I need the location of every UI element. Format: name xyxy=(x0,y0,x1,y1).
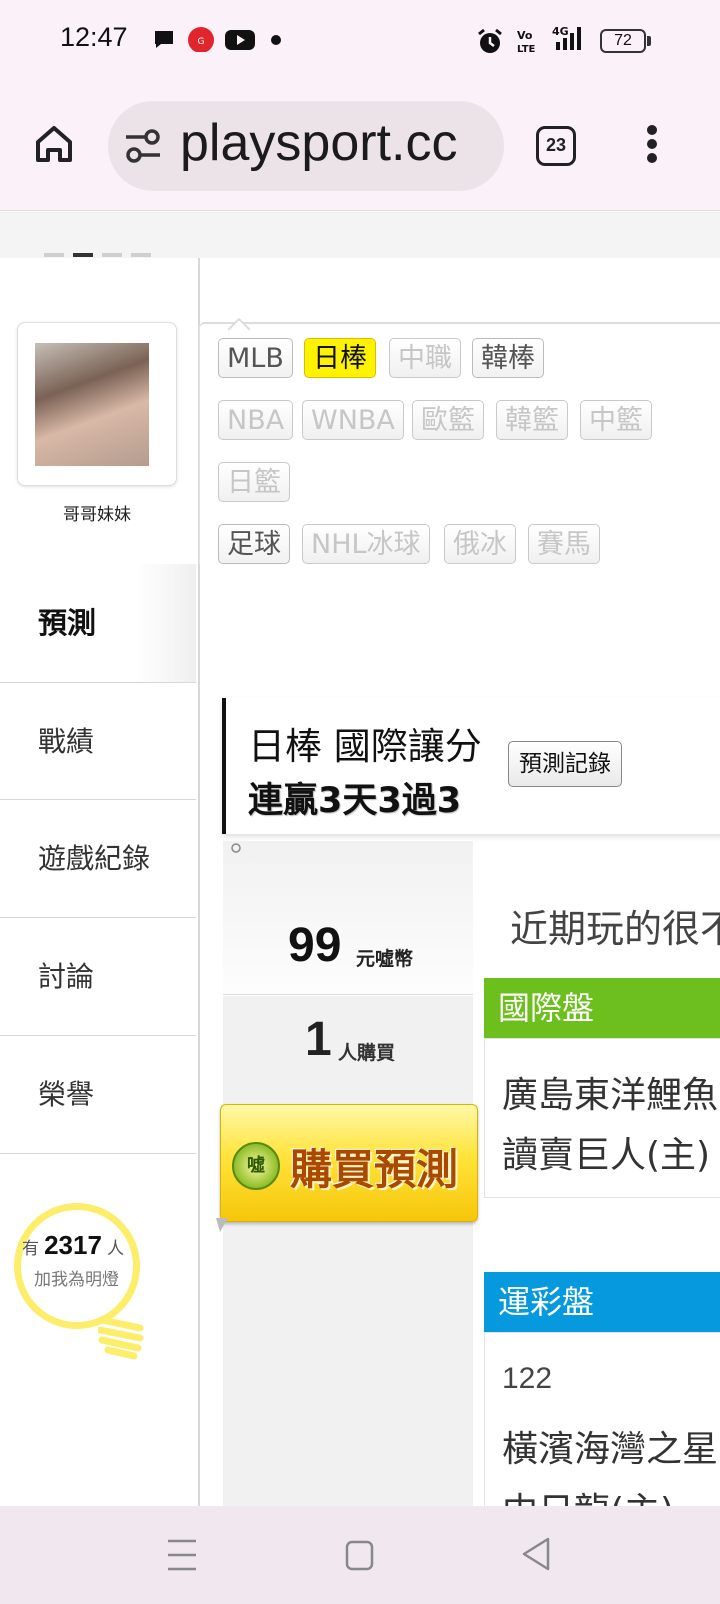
price-box xyxy=(223,841,473,996)
tag-kbl[interactable]: 韓籃 xyxy=(496,400,568,440)
buyers-count: 1 xyxy=(305,1013,332,1066)
svg-text:4G: 4G xyxy=(552,25,569,38)
menu-item-discussion[interactable]: 討論 xyxy=(0,918,196,1036)
status-time: 12:47 xyxy=(60,22,128,52)
fans-caption: 加我為明燈 xyxy=(34,1270,119,1290)
fans-number: 2317 xyxy=(44,1230,102,1260)
carousel-dot[interactable] xyxy=(44,253,64,257)
more-options-icon[interactable] xyxy=(640,122,664,166)
prediction-comment: 近期玩的很不 xyxy=(510,907,720,951)
signal-4g-icon: 4G xyxy=(552,25,581,50)
home-nav-icon[interactable] xyxy=(344,1538,376,1572)
back-nav-icon[interactable] xyxy=(520,1536,552,1572)
buy-prediction-label: 購買預測 xyxy=(290,1145,459,1194)
fans-prefix: 有 xyxy=(22,1239,39,1259)
divider xyxy=(223,994,473,995)
menu-item-record[interactable]: 戰績 xyxy=(0,682,196,800)
volte-icon: Vo LTE xyxy=(517,29,536,54)
price-value: 99 xyxy=(288,919,342,972)
banner-carousel xyxy=(0,212,720,258)
chat-bubble-icon xyxy=(155,31,173,48)
intl-team-home: 讀賣巨人(主) xyxy=(502,1135,711,1176)
menu-item-prediction[interactable]: 預測 xyxy=(0,564,196,682)
price-unit: 元噓幣 xyxy=(356,948,414,970)
battery-icon: 72 xyxy=(600,29,646,53)
tag-cba[interactable]: 中籃 xyxy=(580,400,652,440)
username[interactable]: 哥哥妹妹 xyxy=(0,500,194,525)
fans-count[interactable]: 有 2317 人 xyxy=(22,1230,142,1261)
url-bar[interactable]: playsport.cc xyxy=(108,101,504,191)
battery-level: 72 xyxy=(614,32,632,49)
app-badge-icon: G xyxy=(188,27,214,52)
intl-team-away: 廣島東洋鯉魚 xyxy=(502,1075,719,1116)
buyers-unit: 人購買 xyxy=(338,1042,396,1064)
tag-jp-basketball[interactable]: 日籃 xyxy=(218,462,290,502)
alarm-icon xyxy=(478,28,502,53)
coin-icon: 噓 xyxy=(232,1142,280,1190)
tag-euro-basketball[interactable]: 歐籃 xyxy=(412,400,484,440)
svg-text:LTE: LTE xyxy=(517,44,536,54)
intl-line-header: 國際盤 xyxy=(484,978,720,1038)
fans-suffix: 人 xyxy=(107,1239,125,1259)
avatar[interactable] xyxy=(35,343,149,466)
lottery-game-number: 122 xyxy=(502,1362,553,1395)
prediction-record-button[interactable]: 預測記錄 xyxy=(508,741,622,787)
dot-icon xyxy=(271,35,281,45)
tag-wnba[interactable]: WNBA xyxy=(302,400,404,440)
svg-text:Vo: Vo xyxy=(517,29,533,42)
carousel-dot[interactable] xyxy=(131,253,151,257)
svg-text:G: G xyxy=(198,37,205,47)
youtube-icon xyxy=(225,30,255,50)
tag-kbo[interactable]: 韓棒 xyxy=(472,338,544,378)
home-icon[interactable] xyxy=(32,122,76,166)
lottery-team-away: 橫濱海灣之星 xyxy=(502,1429,719,1470)
tag-nhl[interactable]: NHL冰球 xyxy=(302,524,430,564)
tag-npb-selected[interactable]: 日棒 xyxy=(304,338,376,378)
lottery-line-header: 運彩盤 xyxy=(484,1272,720,1332)
tag-mlb[interactable]: MLB xyxy=(218,338,293,378)
pin-icon xyxy=(231,843,241,853)
menu-item-honor[interactable]: 榮譽 xyxy=(0,1036,196,1154)
tab-switcher-button[interactable]: 23 xyxy=(536,126,576,166)
menu-item-game-log[interactable]: 遊戲紀錄 xyxy=(0,800,196,918)
site-settings-icon[interactable] xyxy=(124,127,162,165)
lightbulb-base-icon xyxy=(98,1316,144,1360)
tag-horse-racing[interactable]: 賽馬 xyxy=(528,524,600,564)
prediction-streak: 連贏3天3過3 xyxy=(248,781,462,821)
panel-pointer xyxy=(228,318,250,331)
carousel-dot-active[interactable] xyxy=(73,253,93,257)
carousel-dot[interactable] xyxy=(102,253,122,257)
tag-soccer[interactable]: 足球 xyxy=(218,524,290,564)
prediction-title: 日棒 國際讓分 xyxy=(248,725,482,768)
tag-cpbl[interactable]: 中職 xyxy=(389,338,461,378)
battery-tip xyxy=(647,36,651,46)
button-shadow-tab xyxy=(216,1218,228,1232)
url-text: playsport.cc xyxy=(180,114,458,172)
recents-menu-icon[interactable] xyxy=(166,1538,198,1572)
tag-khl[interactable]: 俄冰 xyxy=(444,524,516,564)
tag-nba[interactable]: NBA xyxy=(218,400,294,440)
